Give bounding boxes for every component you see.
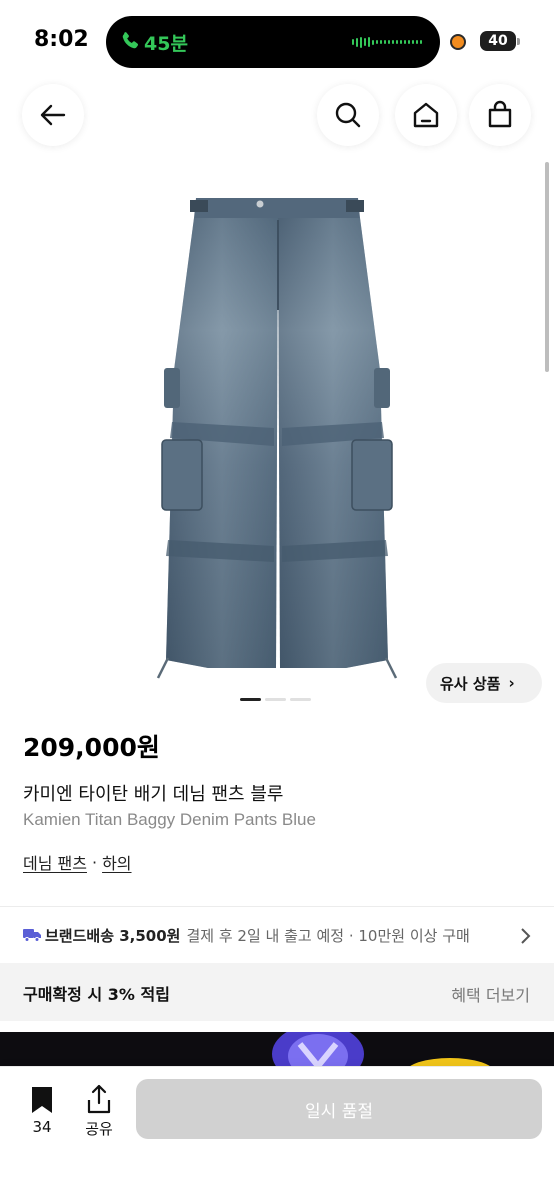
pagination-dot[interactable] [265,698,286,701]
product-title-korean: 카미엔 타이탄 배기 데님 팬츠 블루 [23,784,284,805]
battery-cap [517,38,520,45]
product-title-english: Kamien Titan Baggy Denim Pants Blue [23,810,316,829]
shipping-info-row[interactable]: 브랜드배송 3,500원 결제 후 2일 내 출고 예정 · 10만원 이상 구… [0,907,554,963]
shipping-fee: 브랜드배송 3,500원 [45,926,181,945]
breadcrumb-separator: · [91,852,98,872]
bookmark-count: 34 [32,1118,52,1136]
call-duration: 45분 [144,33,188,55]
shipping-detail: 결제 후 2일 내 출고 예정 · 10만원 이상 구매 [186,926,470,945]
search-icon [335,102,361,128]
phone-icon [122,32,139,49]
pagination-dot[interactable] [240,698,261,701]
recording-indicator-icon [450,34,466,50]
status-bar: 8:02 45분 40 [0,0,554,80]
audio-waveform-icon [352,36,422,48]
truck-icon [23,929,41,942]
chevron-right-icon: › [508,674,515,692]
clock: 8:02 [34,27,89,52]
sold-out-button[interactable]: 일시 품절 [136,1079,542,1139]
parent-category-link[interactable]: 하의 [102,850,131,874]
reward-points-row[interactable]: 구매확정 시 3% 적립 혜택 더보기 [0,963,554,1021]
reward-points-label: 구매확정 시 3% 적립 [23,985,170,1004]
battery-indicator: 40 [480,31,516,51]
more-benefits-link[interactable]: 혜택 더보기 [451,982,530,1006]
dynamic-island-call[interactable]: 45분 [106,16,440,68]
breadcrumb: 데님 팬츠 · 하의 [23,850,132,874]
category-link[interactable]: 데님 팬츠 [23,850,87,874]
home-icon [413,102,439,128]
arrow-left-icon [40,104,66,126]
product-price: 209,000원 [23,733,160,762]
back-button[interactable] [22,84,84,146]
pagination-dot[interactable] [290,698,311,701]
product-image[interactable] [150,190,404,690]
chevron-right-icon [518,927,532,945]
shopping-bag-icon [488,100,512,128]
scrollbar[interactable] [545,162,549,372]
similar-products-label: 유사 상품 [440,674,501,693]
bookmark-icon[interactable] [30,1086,54,1114]
search-button[interactable] [317,84,379,146]
share-label: 공유 [85,1120,113,1138]
cart-button[interactable] [469,84,531,146]
share-icon[interactable] [86,1084,112,1114]
home-button[interactable] [395,84,457,146]
gallery-pagination [240,698,311,701]
similar-products-button[interactable]: 유사 상품 › [426,663,542,703]
